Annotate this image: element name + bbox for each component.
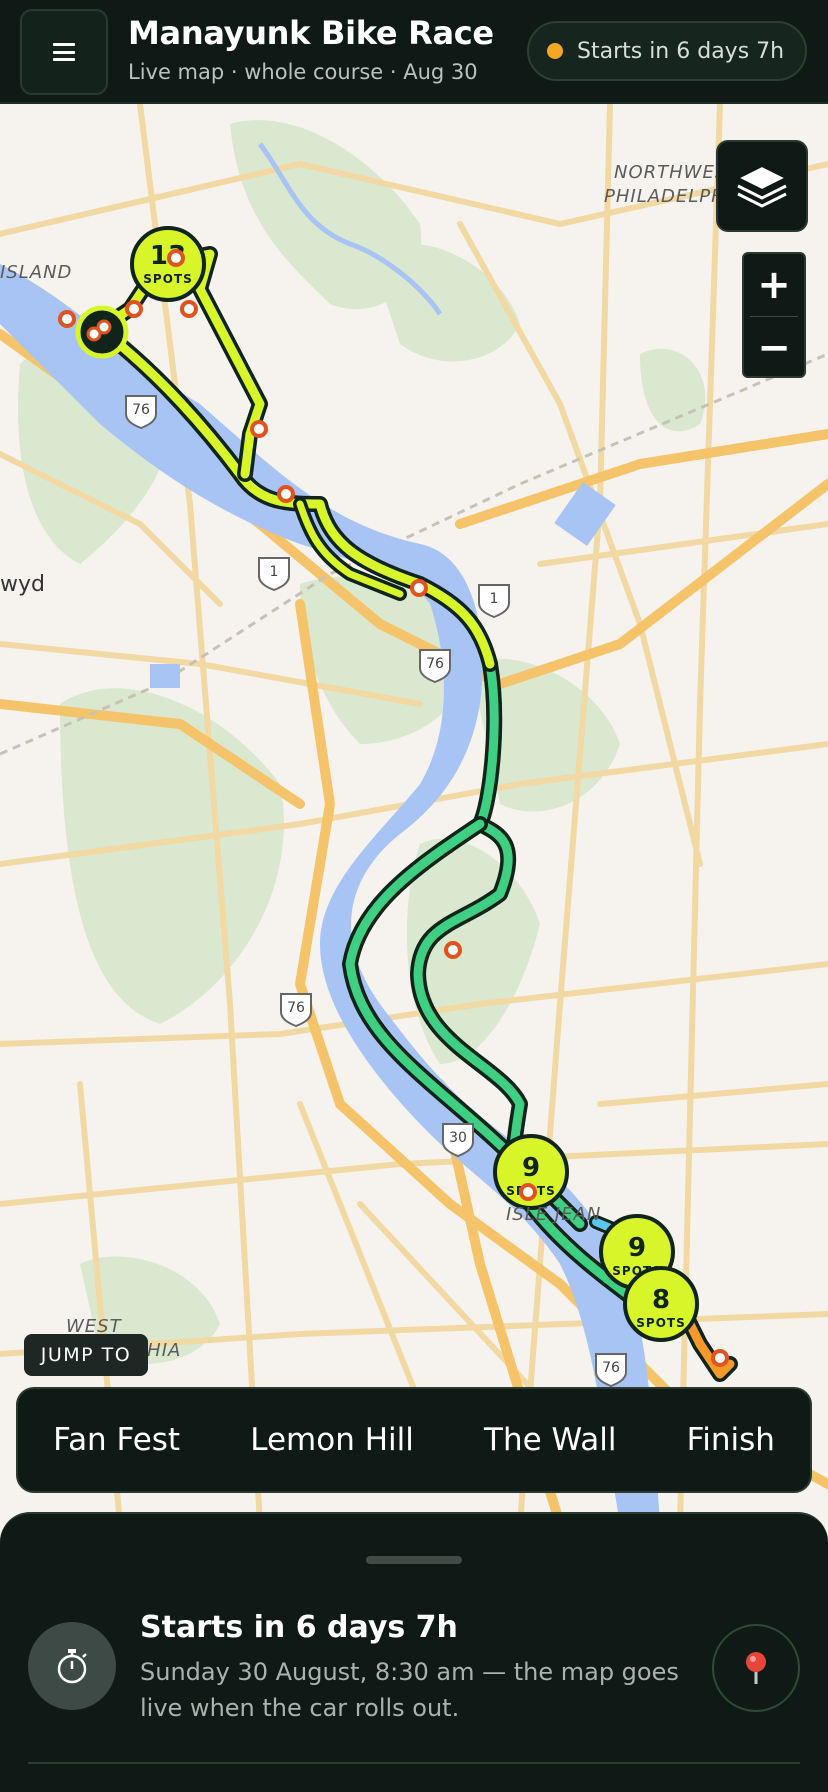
shield-30: 30	[449, 1130, 467, 1146]
status-pill[interactable]: Starts in 6 days 7h	[527, 21, 807, 81]
jump-to-bar: Fan Fest Lemon Hill The Wall Finish	[16, 1387, 812, 1493]
shield-76-c: 76	[287, 1000, 305, 1016]
map-canvas: 76 1 1 76 76 30 76 13 SPOTS 9 SPOTS 9 SP…	[0, 104, 828, 1524]
status-text: Starts in 6 days 7h	[577, 38, 785, 64]
zoom-in-button[interactable]: +	[744, 254, 804, 316]
map-label-isle: ISLE JEAN	[506, 1204, 602, 1225]
zoom-controls: + −	[742, 252, 806, 378]
shield-76-a: 76	[132, 402, 150, 418]
spot-cluster-13: 13 SPOTS	[130, 226, 206, 302]
jump-the-wall[interactable]: The Wall	[484, 1422, 616, 1458]
hamburger-icon	[53, 43, 75, 61]
jump-finish[interactable]: Finish	[687, 1422, 775, 1458]
cluster-count: 8	[652, 1285, 670, 1315]
jump-fan-fest[interactable]: Fan Fest	[53, 1422, 180, 1458]
sheet-divider	[28, 1762, 800, 1764]
layers-button[interactable]	[716, 140, 808, 232]
map-label-island: ISLAND	[0, 262, 73, 283]
jump-to-label: JUMP TO	[24, 1334, 148, 1376]
sheet-title: Starts in 6 days 7h	[140, 1610, 458, 1645]
zoom-out-button[interactable]: −	[744, 317, 804, 379]
menu-button[interactable]	[20, 9, 108, 95]
sheet-description: Sunday 30 August, 8:30 am — the map goes…	[140, 1658, 679, 1722]
timer-badge	[28, 1622, 116, 1710]
shield-1-b: 1	[490, 591, 499, 607]
cluster-unit: SPOTS	[636, 1316, 685, 1330]
spot-cluster-8: 8 SPOTS	[623, 1266, 699, 1342]
course-map[interactable]: 76 1 1 76 76 30 76 13 SPOTS 9 SPOTS 9 SP…	[0, 104, 828, 1524]
layers-icon	[735, 164, 789, 208]
shield-1-a: 1	[270, 564, 279, 580]
cluster-unit: SPOTS	[143, 272, 192, 286]
pin-icon	[746, 1652, 766, 1684]
jump-lemon-hill[interactable]: Lemon Hill	[250, 1422, 414, 1458]
sheet-grabber[interactable]	[366, 1556, 462, 1564]
shield-76-d: 76	[602, 1360, 620, 1376]
app-header: Manayunk Bike Race Live map · whole cour…	[0, 0, 828, 104]
map-label-wyd: wyd	[0, 572, 45, 597]
app-title: Manayunk Bike Race	[128, 14, 494, 52]
spot-cluster-9-a: 9 SPOTS	[493, 1134, 569, 1210]
shield-76-b: 76	[426, 656, 444, 672]
cluster-count: 9	[522, 1153, 540, 1183]
pond	[150, 664, 180, 688]
app-subtitle: Live map · whole course · Aug 30	[128, 60, 478, 84]
stopwatch-icon	[57, 1649, 87, 1684]
status-dot-icon	[547, 43, 563, 59]
bottom-sheet: Starts in 6 days 7h Sunday 30 August, 8:…	[0, 1512, 828, 1792]
locate-button[interactable]	[712, 1624, 800, 1712]
cluster-count: 9	[628, 1233, 646, 1263]
